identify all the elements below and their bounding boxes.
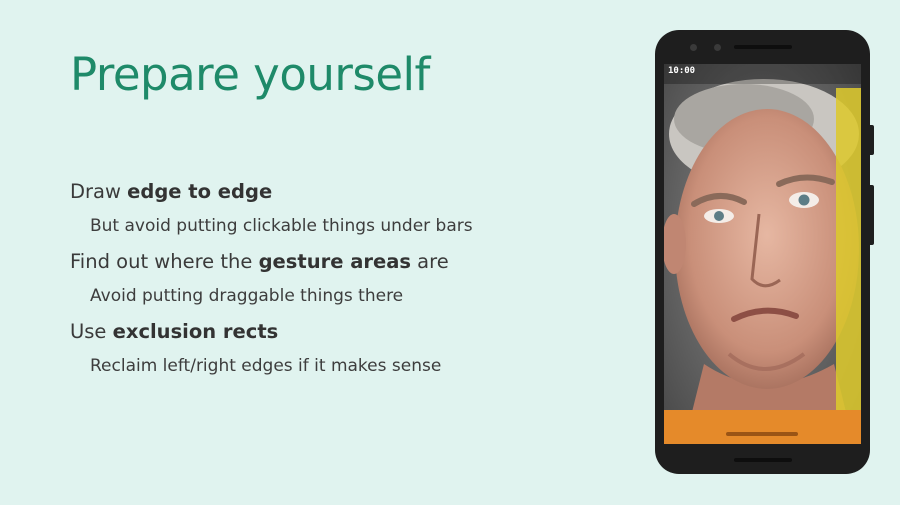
status-bar: 10:00 [664, 64, 861, 84]
phone-screen: 10:00 [664, 64, 861, 444]
bullet-text: Draw [70, 180, 128, 203]
bullet-draw-edge-to-edge: Draw edge to edge [70, 174, 630, 209]
bullet-exclusion-rects: Use exclusion rects [70, 314, 630, 349]
power-button [869, 125, 874, 155]
left-iris [714, 211, 724, 221]
front-camera-icon [690, 44, 697, 51]
bullet-emphasis: edge to edge [127, 180, 273, 203]
sub-bullet-reclaim-edges: Reclaim left/right edges if it makes sen… [90, 356, 442, 376]
bullet-emphasis: exclusion rects [112, 320, 279, 343]
bullet-gesture-areas: Find out where the gesture areas are [70, 244, 630, 279]
bullet-list: Draw edge to edge But avoid putting clic… [70, 174, 630, 384]
front-sensor-icon [714, 44, 721, 51]
slide-title: Prepare yourself [70, 48, 430, 101]
sub-bullet-clickable-under-bars: But avoid putting clickable things under… [90, 216, 473, 236]
gesture-handle[interactable] [726, 432, 798, 436]
bottom-speaker [734, 458, 792, 462]
edge-gesture-zone [836, 88, 861, 410]
navigation-gesture-zone [664, 410, 861, 444]
volume-button [869, 185, 874, 245]
sub-bullet-draggable-things: Avoid putting draggable things there [90, 286, 404, 306]
status-clock: 10:00 [668, 66, 696, 76]
bullet-text: are [410, 250, 449, 273]
face [675, 109, 859, 389]
bullet-emphasis: gesture areas [258, 250, 411, 273]
bullet-text: Use [70, 320, 113, 343]
earpiece-speaker [734, 45, 792, 49]
bullet-text: Find out where the [70, 250, 259, 273]
portrait-photo [664, 64, 861, 444]
right-iris [798, 194, 810, 206]
